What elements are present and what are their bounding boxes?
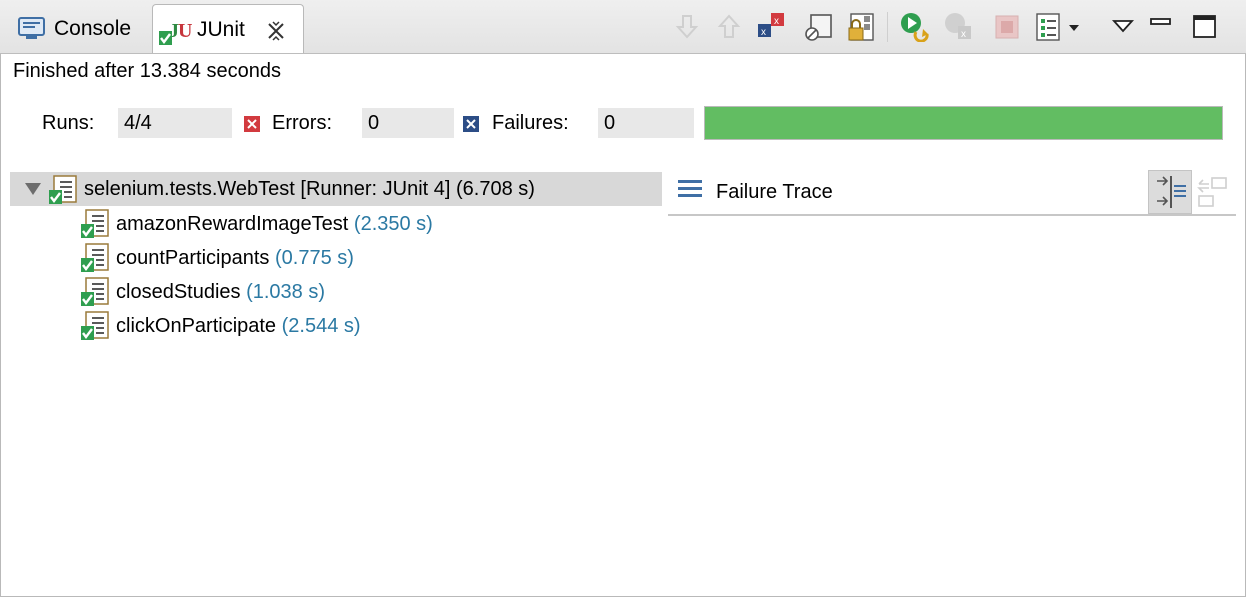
tree-root-row[interactable]: selenium.tests.WebTest [Runner: JUnit 4]… [10, 172, 662, 206]
test-time: (2.350 s) [353, 213, 433, 235]
runs-label: Runs: [42, 112, 95, 134]
minimize-icon[interactable] [1146, 12, 1176, 42]
test-name: amazonRewardImageTest [116, 213, 349, 235]
test-time: (0.775 s) [274, 247, 354, 269]
test-label: countParticipants (0.775 s) [116, 247, 354, 270]
history-dropdown-icon[interactable] [1066, 12, 1082, 42]
svg-text:x: x [761, 27, 766, 38]
test-name: closedStudies [116, 281, 241, 303]
test-label: closedStudies (1.038 s) [116, 281, 325, 304]
history-icon[interactable] [1034, 12, 1064, 42]
progress-bar [704, 106, 1223, 140]
test-passed-icon [80, 209, 112, 244]
tree-root-label: selenium.tests.WebTest [Runner: JUnit 4]… [84, 178, 535, 200]
test-row[interactable]: clickOnParticipate (2.544 s) [80, 310, 640, 342]
view-menu-icon[interactable] [1108, 12, 1138, 42]
failure-trace-header: Failure Trace [668, 170, 1236, 216]
maximize-icon[interactable] [1190, 12, 1220, 42]
runs-value: 4/4 [118, 108, 232, 138]
tab-junit-label: JUnit [197, 18, 245, 41]
failure-icon [463, 116, 479, 132]
rerun-failed-first-icon[interactable]: x [944, 12, 974, 42]
test-passed-icon [80, 277, 112, 312]
tab-console-label: Console [54, 17, 132, 40]
svg-text:x: x [961, 29, 966, 40]
test-name: countParticipants [116, 247, 270, 269]
compare-result-icon[interactable] [1196, 174, 1230, 208]
svg-text:x: x [774, 16, 779, 27]
tab-console[interactable]: Console [12, 6, 152, 52]
test-passed-icon [80, 311, 112, 346]
status-text: Finished after 13.384 seconds [13, 60, 281, 82]
console-icon [18, 17, 45, 39]
errors-label: Errors: [272, 112, 332, 134]
svg-text:U: U [178, 20, 192, 42]
tab-bar: Console J U JUnit x x x [0, 0, 1246, 54]
expand-triangle-icon[interactable] [24, 182, 42, 196]
test-row[interactable]: countParticipants (0.775 s) [80, 242, 640, 274]
test-name: clickOnParticipate [116, 315, 277, 337]
failures-value: 0 [598, 108, 694, 138]
rerun-icon[interactable] [900, 12, 930, 42]
failure-trace-title: Failure Trace [716, 181, 833, 203]
error-icon [244, 116, 260, 132]
errors-value: 0 [362, 108, 454, 138]
test-time: (1.038 s) [246, 281, 326, 303]
close-tab-icon[interactable] [265, 20, 287, 42]
failures-label: Failures: [492, 112, 569, 134]
test-suite-icon [49, 175, 77, 204]
toolbar-separator [887, 12, 888, 42]
next-failure-icon[interactable] [672, 12, 702, 42]
scroll-lock-icon[interactable] [803, 12, 833, 42]
test-label: clickOnParticipate (2.544 s) [116, 315, 361, 338]
junit-icon: J U [159, 20, 192, 45]
test-label: amazonRewardImageTest (2.350 s) [116, 213, 433, 236]
filter-stack-trace-icon[interactable] [1148, 170, 1192, 214]
lock-icon[interactable] [846, 12, 876, 42]
tab-junit[interactable]: J U JUnit [152, 4, 304, 53]
show-failures-only-icon[interactable]: x x [756, 12, 786, 42]
test-row[interactable]: amazonRewardImageTest (2.350 s) [80, 208, 640, 240]
stack-trace-icon [678, 180, 702, 197]
test-row[interactable]: closedStudies (1.038 s) [80, 276, 640, 308]
stop-icon[interactable] [992, 12, 1022, 42]
test-time: (2.544 s) [281, 315, 361, 337]
progress-fill [705, 107, 1222, 139]
previous-failure-icon[interactable] [714, 12, 744, 42]
test-passed-icon [80, 243, 112, 278]
